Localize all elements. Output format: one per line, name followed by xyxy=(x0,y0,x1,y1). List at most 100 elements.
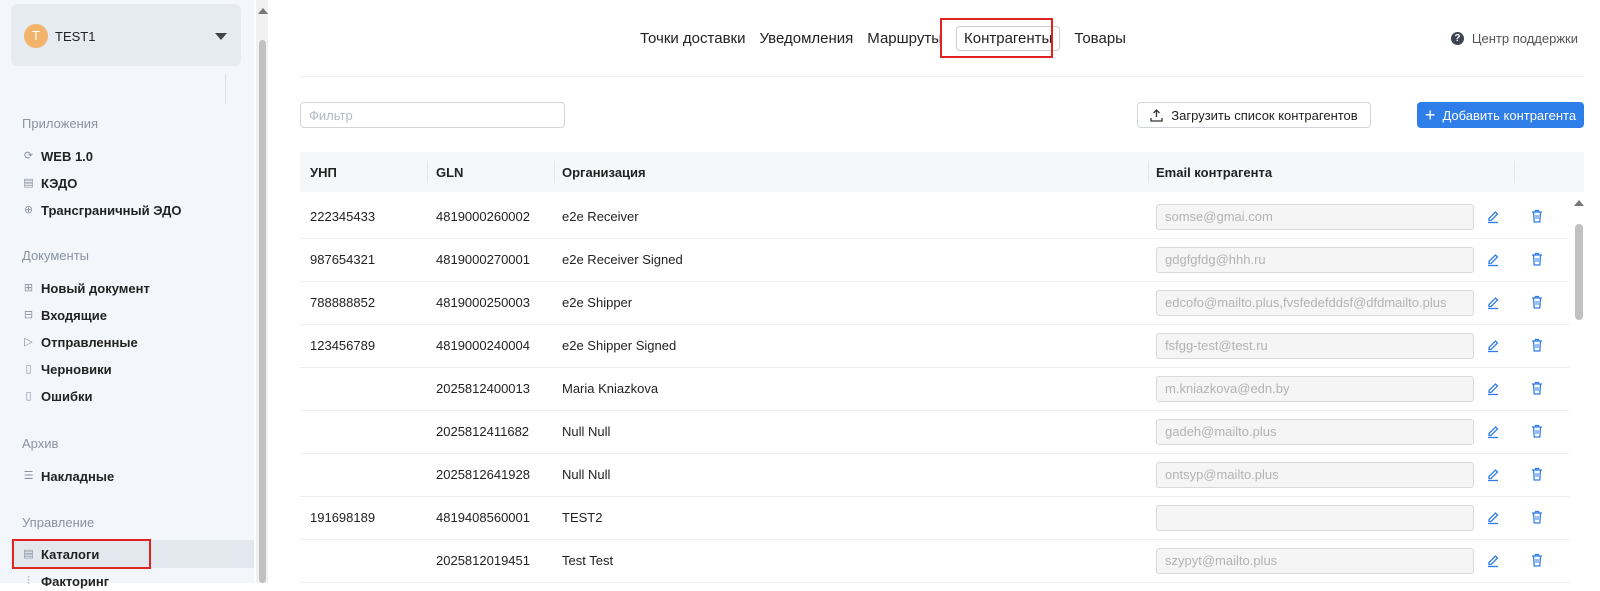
edit-icon[interactable] xyxy=(1486,380,1500,396)
sidebar-item-new-document[interactable]: ⊞ Новый документ xyxy=(22,278,150,298)
column-separator xyxy=(427,161,428,183)
filter-input[interactable] xyxy=(300,102,565,128)
edit-icon[interactable] xyxy=(1486,423,1500,439)
top-tabs: Точки доставки Уведомления Маршруты Конт… xyxy=(640,26,1126,51)
scrollbar-thumb[interactable] xyxy=(1575,224,1583,320)
edit-icon[interactable] xyxy=(1486,208,1500,224)
scroll-up-icon[interactable] xyxy=(1574,200,1584,206)
email-field[interactable]: m.kniazkova@edn.by xyxy=(1156,376,1474,402)
sidebar-item-drafts[interactable]: ▯ Черновики xyxy=(22,359,111,379)
caret-down-icon[interactable] xyxy=(215,33,227,40)
tab-goods[interactable]: Товары xyxy=(1074,27,1126,50)
email-field[interactable]: fsfgg-test@test.ru xyxy=(1156,333,1474,359)
trash-icon[interactable] xyxy=(1530,466,1544,482)
column-separator xyxy=(554,161,555,183)
column-header-organization[interactable]: Организация xyxy=(562,165,646,180)
edit-icon[interactable] xyxy=(1486,294,1500,310)
upload-icon xyxy=(1150,108,1163,122)
sidebar-item-label: Отправленные xyxy=(41,334,138,350)
table-body: 222345433 4819000260002 e2e Receiver somse@… xyxy=(300,196,1570,583)
table-scrollbar[interactable] xyxy=(1573,196,1585,583)
trash-icon[interactable] xyxy=(1530,552,1544,568)
cell-organization: Null Null xyxy=(562,467,611,482)
tab-notifications[interactable]: Уведомления xyxy=(759,27,853,50)
sidebar-item-inbox[interactable]: ⊟ Входящие xyxy=(22,305,107,325)
add-counterparty-button[interactable]: + Добавить контрагента xyxy=(1417,102,1584,128)
user-switcher[interactable]: T TEST1 xyxy=(11,4,241,66)
divider xyxy=(300,76,1584,77)
column-separator xyxy=(1514,161,1515,183)
cell-gln: 2025812019451 xyxy=(436,553,530,568)
globe-icon: ⊕ xyxy=(23,203,34,216)
avatar: T xyxy=(24,24,48,48)
table-row: 2025812019451 Test Test szypyt@mailto.plus xyxy=(300,540,1570,583)
cell-gln: 2025812400013 xyxy=(436,381,530,396)
table-row: 222345433 4819000260002 e2e Receiver somse@… xyxy=(300,196,1570,239)
support-link[interactable]: ? Центр поддержки xyxy=(1450,31,1578,46)
user-name: TEST1 xyxy=(55,29,96,44)
trash-icon[interactable] xyxy=(1530,509,1544,525)
cell-organization: TEST2 xyxy=(562,510,603,525)
sidebar-item-cross-border[interactable]: ⊕ Трансграничный ЭДО xyxy=(22,200,182,220)
cell-organization: e2e Shipper xyxy=(562,295,633,310)
cell-organization: Null Null xyxy=(562,424,611,439)
cell-gln: 4819000260002 xyxy=(436,209,530,224)
email-field[interactable]: edcofo@mailto.plus,fvsfedefddsf@dfdmailt… xyxy=(1156,290,1474,316)
edit-icon[interactable] xyxy=(1486,509,1500,525)
sidebar-item-label: КЭДО xyxy=(41,175,78,191)
help-icon: ? xyxy=(1450,32,1464,45)
divider xyxy=(225,74,226,104)
sidebar-scrollbar[interactable] xyxy=(256,0,268,583)
email-field[interactable]: gadeh@mailto.plus xyxy=(1156,419,1474,445)
email-field[interactable]: somse@gmai.com xyxy=(1156,204,1474,230)
sidebar-item-sent[interactable]: ▷ Отправленные xyxy=(22,332,138,352)
edit-icon[interactable] xyxy=(1486,251,1500,267)
sidebar-item-waybills[interactable]: ☰ Накладные xyxy=(22,466,115,486)
cell-organization: Test Test xyxy=(562,553,614,568)
tab-delivery-points[interactable]: Точки доставки xyxy=(640,27,745,50)
table-row: 123456789 4819000240004 e2e Shipper Signed… xyxy=(300,325,1570,368)
trash-icon[interactable] xyxy=(1530,423,1544,439)
scroll-up-icon[interactable] xyxy=(258,8,268,14)
support-label: Центр поддержки xyxy=(1471,31,1578,46)
refresh-icon: ⟳ xyxy=(23,149,34,162)
highlight-box-counterparties xyxy=(940,18,1053,58)
trash-icon[interactable] xyxy=(1530,208,1544,224)
edit-icon[interactable] xyxy=(1486,337,1500,353)
sidebar-item-label: Новый документ xyxy=(41,280,150,296)
email-field[interactable] xyxy=(1156,505,1474,531)
table-row: 2025812641928 Null Null ontsyp@mailto.plus xyxy=(300,454,1570,497)
trash-icon[interactable] xyxy=(1530,251,1544,267)
email-field[interactable]: gdgfgfdg@hhh.ru xyxy=(1156,247,1474,273)
sidebar-item-label: WEB 1.0 xyxy=(41,148,94,164)
add-label: Добавить контрагента xyxy=(1442,107,1577,123)
tab-routes[interactable]: Маршруты xyxy=(867,27,942,50)
section-title-apps: Приложения xyxy=(22,116,99,131)
edit-icon[interactable] xyxy=(1486,552,1500,568)
upload-list-button[interactable]: Загрузить список контрагентов xyxy=(1137,102,1371,128)
scrollbar-thumb[interactable] xyxy=(259,40,266,583)
sidebar-item-errors[interactable]: ▯ Ошибки xyxy=(22,386,92,406)
column-header-gln[interactable]: GLN xyxy=(436,165,463,180)
email-field[interactable]: ontsyp@mailto.plus xyxy=(1156,462,1474,488)
sidebar-item-factoring[interactable]: ⫶ Факторинг xyxy=(22,571,109,591)
table-row: 2025812411682 Null Null gadeh@mailto.plus xyxy=(300,411,1570,454)
trash-icon[interactable] xyxy=(1530,337,1544,353)
upload-label: Загрузить список контрагентов xyxy=(1171,107,1358,123)
sidebar-item-web[interactable]: ⟳ WEB 1.0 xyxy=(22,146,93,166)
trash-icon[interactable] xyxy=(1530,380,1544,396)
sidebar-item-label: Накладные xyxy=(41,468,115,484)
section-title-management: Управление xyxy=(22,515,95,530)
trash-icon[interactable] xyxy=(1530,294,1544,310)
table-row: 788888852 4819000250003 e2e Shipper edcofo@… xyxy=(300,282,1570,325)
column-header-email[interactable]: Email контрагента xyxy=(1156,165,1272,180)
edit-icon[interactable] xyxy=(1486,466,1500,482)
cell-unp: 123456789 xyxy=(310,338,376,353)
email-field[interactable]: szypyt@mailto.plus xyxy=(1156,548,1474,574)
cell-organization: e2e Receiver Signed xyxy=(562,252,683,267)
cell-unp: 191698189 xyxy=(310,510,376,525)
column-header-unp[interactable]: УНП xyxy=(310,165,337,180)
table-header: УНП GLN Организация Email контрагента xyxy=(300,152,1584,192)
sidebar-item-kedo[interactable]: ▤ КЭДО xyxy=(22,173,77,193)
cell-organization: Maria Kniazkova xyxy=(562,381,659,396)
